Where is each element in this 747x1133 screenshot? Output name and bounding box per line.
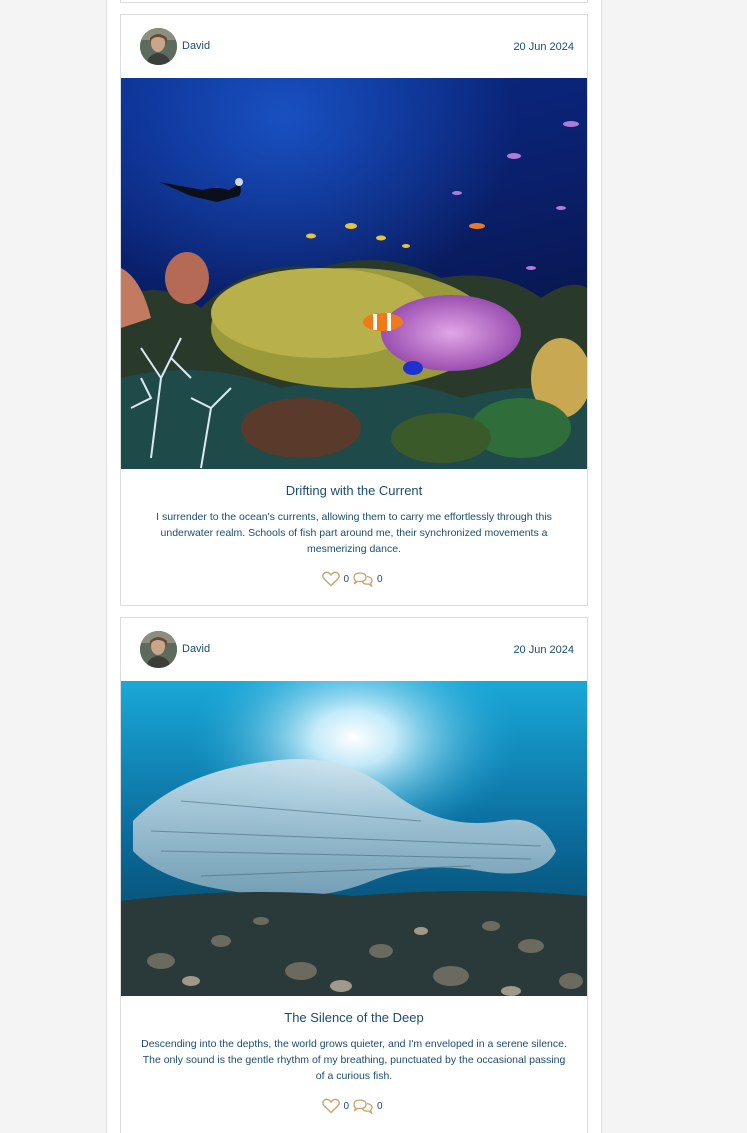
post-excerpt: I surrender to the ocean's currents, all… <box>156 511 552 555</box>
comment-button[interactable]: 0 <box>352 571 386 587</box>
speech-bubbles-icon <box>353 572 373 587</box>
like-button[interactable]: 0 <box>322 1098 352 1114</box>
post-image[interactable] <box>121 78 587 469</box>
post-stats: 0 0 <box>121 570 587 588</box>
post-image[interactable] <box>121 681 587 996</box>
post-card: David 20 Jun 2024 <box>120 617 588 1133</box>
comment-button[interactable]: 0 <box>352 1098 386 1114</box>
post-excerpt: Descending into the depths, the world gr… <box>141 1038 567 1082</box>
post-card: David 20 Jun 2024 <box>120 14 588 606</box>
comment-count: 0 <box>377 573 383 585</box>
like-button[interactable]: 0 <box>322 571 352 587</box>
post-title[interactable]: The Silence of the Deep <box>121 1010 587 1025</box>
post-date: 20 Jun 2024 <box>513 644 574 656</box>
previous-post-card <box>120 0 588 3</box>
avatar[interactable] <box>140 28 177 65</box>
author-name[interactable]: David <box>182 40 210 52</box>
speech-bubbles-icon <box>353 1099 373 1114</box>
avatar[interactable] <box>140 631 177 668</box>
like-count: 0 <box>343 1100 349 1112</box>
heart-icon <box>322 571 341 587</box>
post-header: David 20 Jun 2024 <box>121 618 587 681</box>
feed-column: David 20 Jun 2024 Drifting with the Curr… <box>106 0 602 1133</box>
post-date: 20 Jun 2024 <box>513 41 574 53</box>
comment-count: 0 <box>377 1100 383 1112</box>
post-header: David 20 Jun 2024 <box>121 15 587 78</box>
post-stats: 0 0 <box>121 1097 587 1115</box>
like-count: 0 <box>343 573 349 585</box>
heart-icon <box>322 1098 341 1114</box>
author-name[interactable]: David <box>182 643 210 655</box>
post-title[interactable]: Drifting with the Current <box>121 483 587 498</box>
